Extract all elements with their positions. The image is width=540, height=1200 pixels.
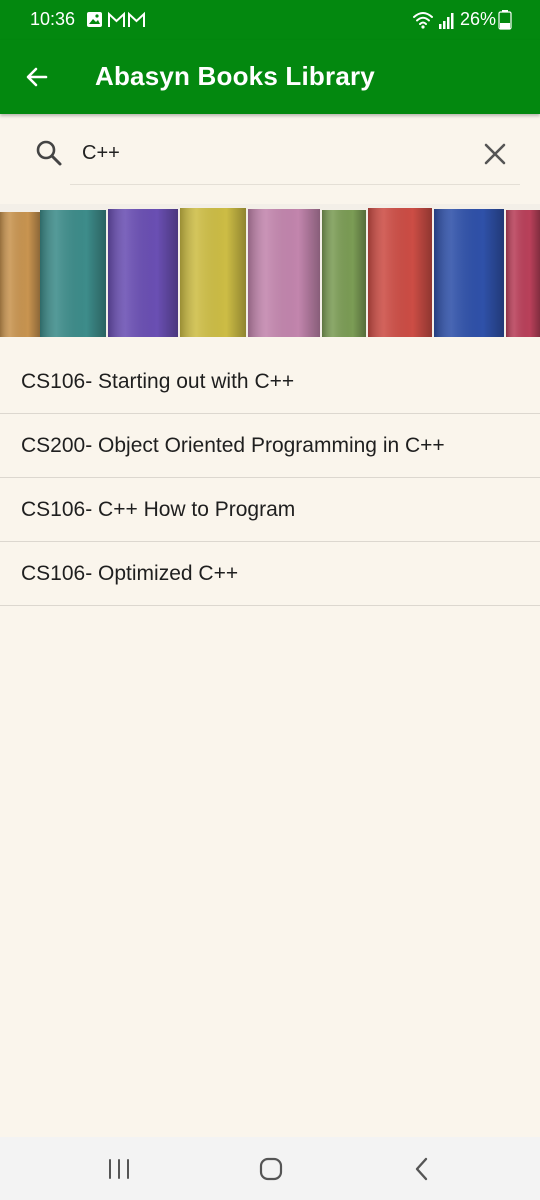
list-item[interactable]: CS106- Optimized C++ xyxy=(0,542,540,606)
wifi-icon xyxy=(413,12,433,25)
status-bar: 10:36 26% xyxy=(0,0,540,40)
list-item[interactable]: CS106- C++ How to Program xyxy=(0,478,540,542)
gmail-icon xyxy=(108,11,125,27)
search-bar xyxy=(0,114,540,204)
signal-icon xyxy=(439,13,454,29)
search-underline xyxy=(70,184,520,185)
arrow-left-icon[interactable] xyxy=(20,60,54,94)
list-item[interactable]: CS200- Object Oriented Programming in C+… xyxy=(0,414,540,478)
search-input[interactable] xyxy=(80,136,464,170)
books-banner-image xyxy=(0,204,540,337)
book-list: CS106- Starting out with C++ CS200- Obje… xyxy=(0,350,540,606)
close-icon[interactable] xyxy=(481,140,509,168)
battery-percent: 26% xyxy=(459,9,496,29)
status-time: 10:36 xyxy=(30,9,76,29)
search-icon xyxy=(36,140,62,166)
back-icon[interactable] xyxy=(410,1155,434,1183)
page-title: Abasyn Books Library xyxy=(95,61,375,91)
home-icon[interactable] xyxy=(257,1155,285,1183)
list-item[interactable]: CS106- Starting out with C++ xyxy=(0,350,540,414)
wifi-signal-icons xyxy=(413,12,454,29)
app-bar: Abasyn Books Library xyxy=(0,40,540,114)
recent-apps-icon[interactable] xyxy=(106,1157,132,1181)
notification-icons xyxy=(87,11,145,27)
system-nav-bar xyxy=(0,1137,540,1200)
gmail-icon xyxy=(128,11,145,27)
battery-icon xyxy=(498,10,512,30)
image-icon xyxy=(87,12,102,27)
